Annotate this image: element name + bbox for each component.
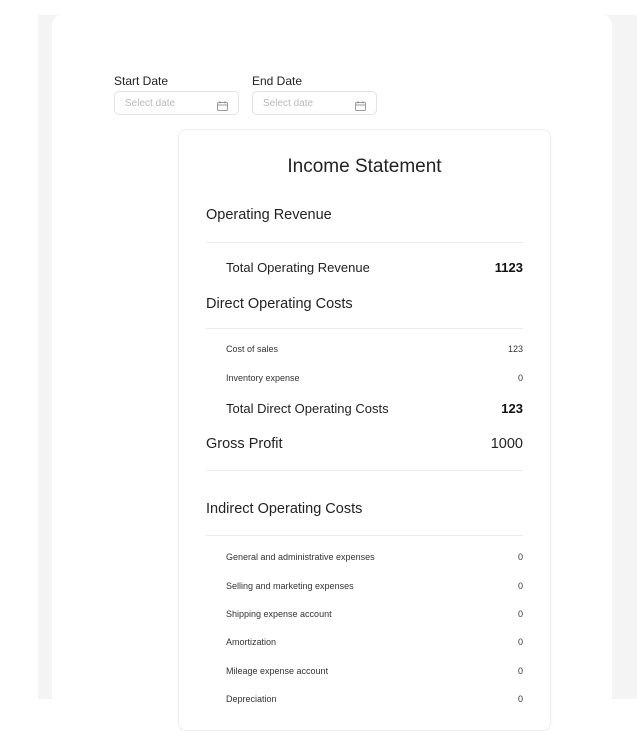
total-operating-revenue-row: Total Operating Revenue 1123	[206, 260, 523, 275]
line-item-value: 0	[517, 373, 523, 383]
total-direct-costs-value: 123	[501, 401, 523, 416]
end-date-label: End Date	[252, 74, 303, 88]
line-item-row: General and administrative expenses 0	[206, 552, 523, 562]
divider	[206, 328, 523, 329]
start-date-placeholder: Select date	[125, 97, 176, 109]
line-item-row: Selling and marketing expenses 0	[206, 581, 523, 591]
line-item-row: Amortization 0	[206, 637, 523, 647]
indirect-costs-heading: Indirect Operating Costs	[206, 501, 363, 517]
start-date-group: Start Date Select date	[114, 74, 239, 115]
line-item-label: Selling and marketing expenses	[226, 581, 354, 591]
divider	[206, 535, 523, 536]
calendar-icon[interactable]	[355, 98, 366, 111]
line-item-row: Mileage expense account 0	[206, 666, 523, 676]
start-date-picker[interactable]: Select date	[114, 91, 239, 115]
date-filters: Start Date Select date End Date Select d…	[114, 74, 377, 115]
line-item-value: 0	[517, 581, 523, 591]
line-item-label: Shipping expense account	[226, 609, 332, 619]
line-item-row: Depreciation 0	[206, 694, 523, 704]
end-date-picker[interactable]: Select date	[252, 91, 377, 115]
end-date-placeholder: Select date	[263, 97, 314, 109]
income-statement-card: Income Statement Operating Revenue Total…	[178, 129, 551, 731]
line-item-row: Shipping expense account 0	[206, 609, 523, 619]
direct-costs-heading-row: Direct Operating Costs	[206, 296, 523, 312]
line-item-value: 0	[517, 609, 523, 619]
calendar-icon[interactable]	[217, 98, 228, 111]
operating-revenue-heading-row: Operating Revenue	[206, 207, 523, 223]
line-item-row: Cost of sales 123	[206, 344, 523, 354]
line-item-label: Cost of sales	[226, 344, 279, 354]
total-direct-costs-row: Total Direct Operating Costs 123	[206, 401, 523, 416]
line-item-label: Depreciation	[226, 694, 277, 704]
line-item-label: Inventory expense	[226, 373, 300, 383]
start-date-label: Start Date	[114, 74, 169, 88]
operating-revenue-heading: Operating Revenue	[206, 207, 332, 223]
total-operating-revenue-value: 1123	[494, 260, 523, 275]
line-item-value: 0	[517, 694, 523, 704]
line-item-label: Mileage expense account	[226, 666, 329, 676]
line-item-label: General and administrative expenses	[226, 552, 375, 562]
line-item-value: 0	[517, 552, 523, 562]
divider	[206, 470, 523, 471]
line-item-value: 123	[507, 344, 523, 354]
total-direct-costs-label: Total Direct Operating Costs	[226, 401, 389, 416]
indirect-costs-heading-row: Indirect Operating Costs	[206, 501, 523, 517]
gross-profit-label: Gross Profit	[206, 436, 283, 452]
line-item-value: 0	[517, 666, 523, 676]
end-date-group: End Date Select date	[252, 74, 377, 115]
line-item-label: Amortization	[226, 637, 277, 647]
total-operating-revenue-label: Total Operating Revenue	[226, 260, 370, 275]
gross-profit-row: Gross Profit 1000	[206, 436, 523, 452]
statement-title: Income Statement	[287, 156, 442, 177]
gross-profit-value: 1000	[490, 436, 523, 452]
direct-costs-heading: Direct Operating Costs	[206, 296, 353, 312]
divider	[206, 242, 523, 243]
line-item-row: Inventory expense 0	[206, 373, 523, 383]
line-item-value: 0	[517, 637, 523, 647]
